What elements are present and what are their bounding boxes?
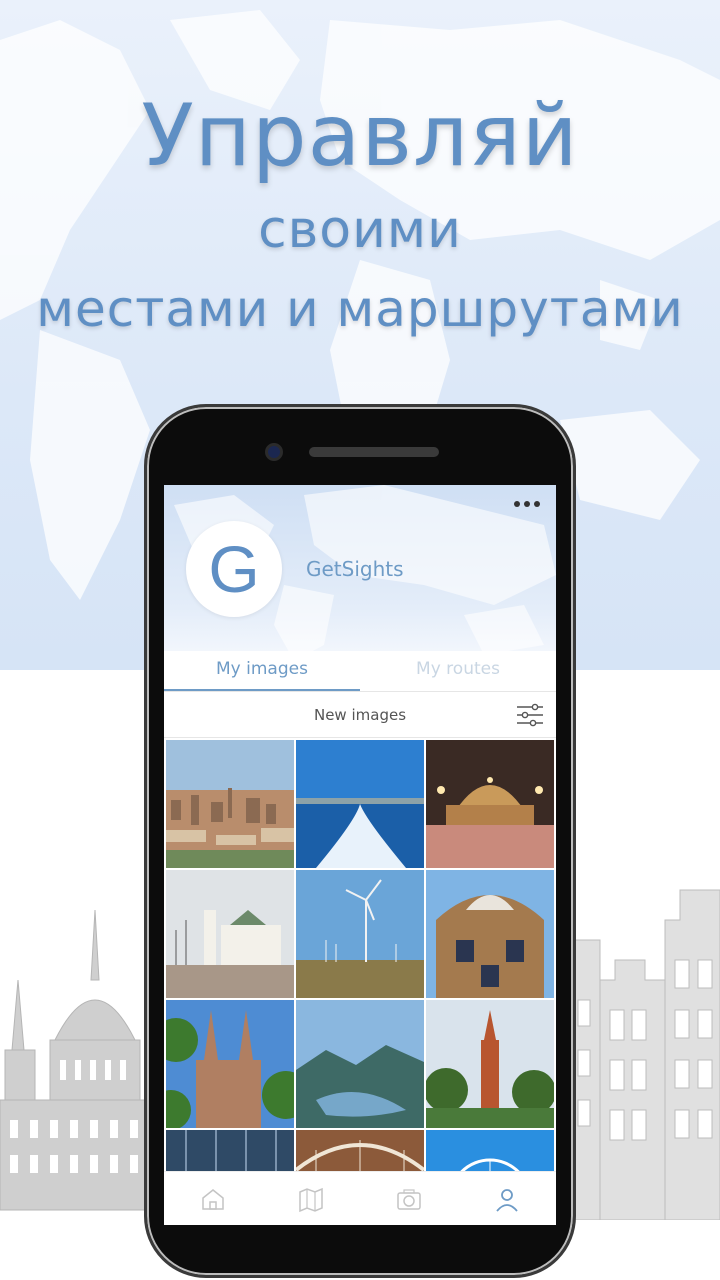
app-screen: G GetSights My images My routes New imag… — [164, 485, 556, 1225]
gallery-image[interactable] — [296, 1000, 424, 1128]
phone-frame: G GetSights My images My routes New imag… — [144, 404, 576, 1278]
gallery-image[interactable] — [166, 870, 294, 998]
gallery-image[interactable] — [426, 870, 554, 998]
profile-name: GetSights — [306, 557, 404, 581]
gallery-image[interactable] — [296, 870, 424, 998]
map-icon — [299, 1187, 323, 1212]
home-icon — [202, 1188, 224, 1210]
gallery-image[interactable] — [166, 1000, 294, 1128]
houses-illustration — [570, 889, 720, 1220]
profile-icon — [496, 1188, 518, 1212]
nav-camera[interactable] — [360, 1172, 458, 1225]
promo-subtitle-1: своими — [258, 200, 462, 260]
filter-sliders-icon[interactable] — [516, 702, 544, 728]
tab-bar: My images My routes — [164, 651, 556, 691]
filter-label[interactable]: New images — [164, 706, 556, 724]
camera-icon — [397, 1188, 421, 1210]
promo-subtitle-2: местами и маршрутами — [36, 280, 684, 338]
gallery-image[interactable] — [426, 740, 554, 868]
nav-home[interactable] — [164, 1172, 262, 1225]
image-gallery — [166, 740, 554, 1225]
nav-map[interactable] — [262, 1172, 360, 1225]
avatar-letter: G — [208, 532, 260, 606]
tab-my-routes[interactable]: My routes — [360, 651, 556, 691]
nav-profile[interactable] — [458, 1172, 556, 1225]
parliament-illustration — [0, 910, 150, 1211]
phone-camera — [265, 443, 283, 461]
bottom-navigation — [164, 1171, 556, 1225]
more-dots-icon[interactable] — [514, 501, 540, 507]
promo-title: Управляй — [141, 86, 579, 186]
active-tab-indicator — [164, 689, 360, 691]
avatar[interactable]: G — [186, 521, 282, 617]
tab-my-images[interactable]: My images — [164, 651, 360, 691]
filter-bar: New images — [164, 692, 556, 738]
gallery-image[interactable] — [296, 740, 424, 868]
phone-speaker — [309, 447, 439, 457]
gallery-image[interactable] — [426, 1000, 554, 1128]
profile-header: G GetSights — [164, 485, 556, 661]
gallery-image[interactable] — [166, 740, 294, 868]
